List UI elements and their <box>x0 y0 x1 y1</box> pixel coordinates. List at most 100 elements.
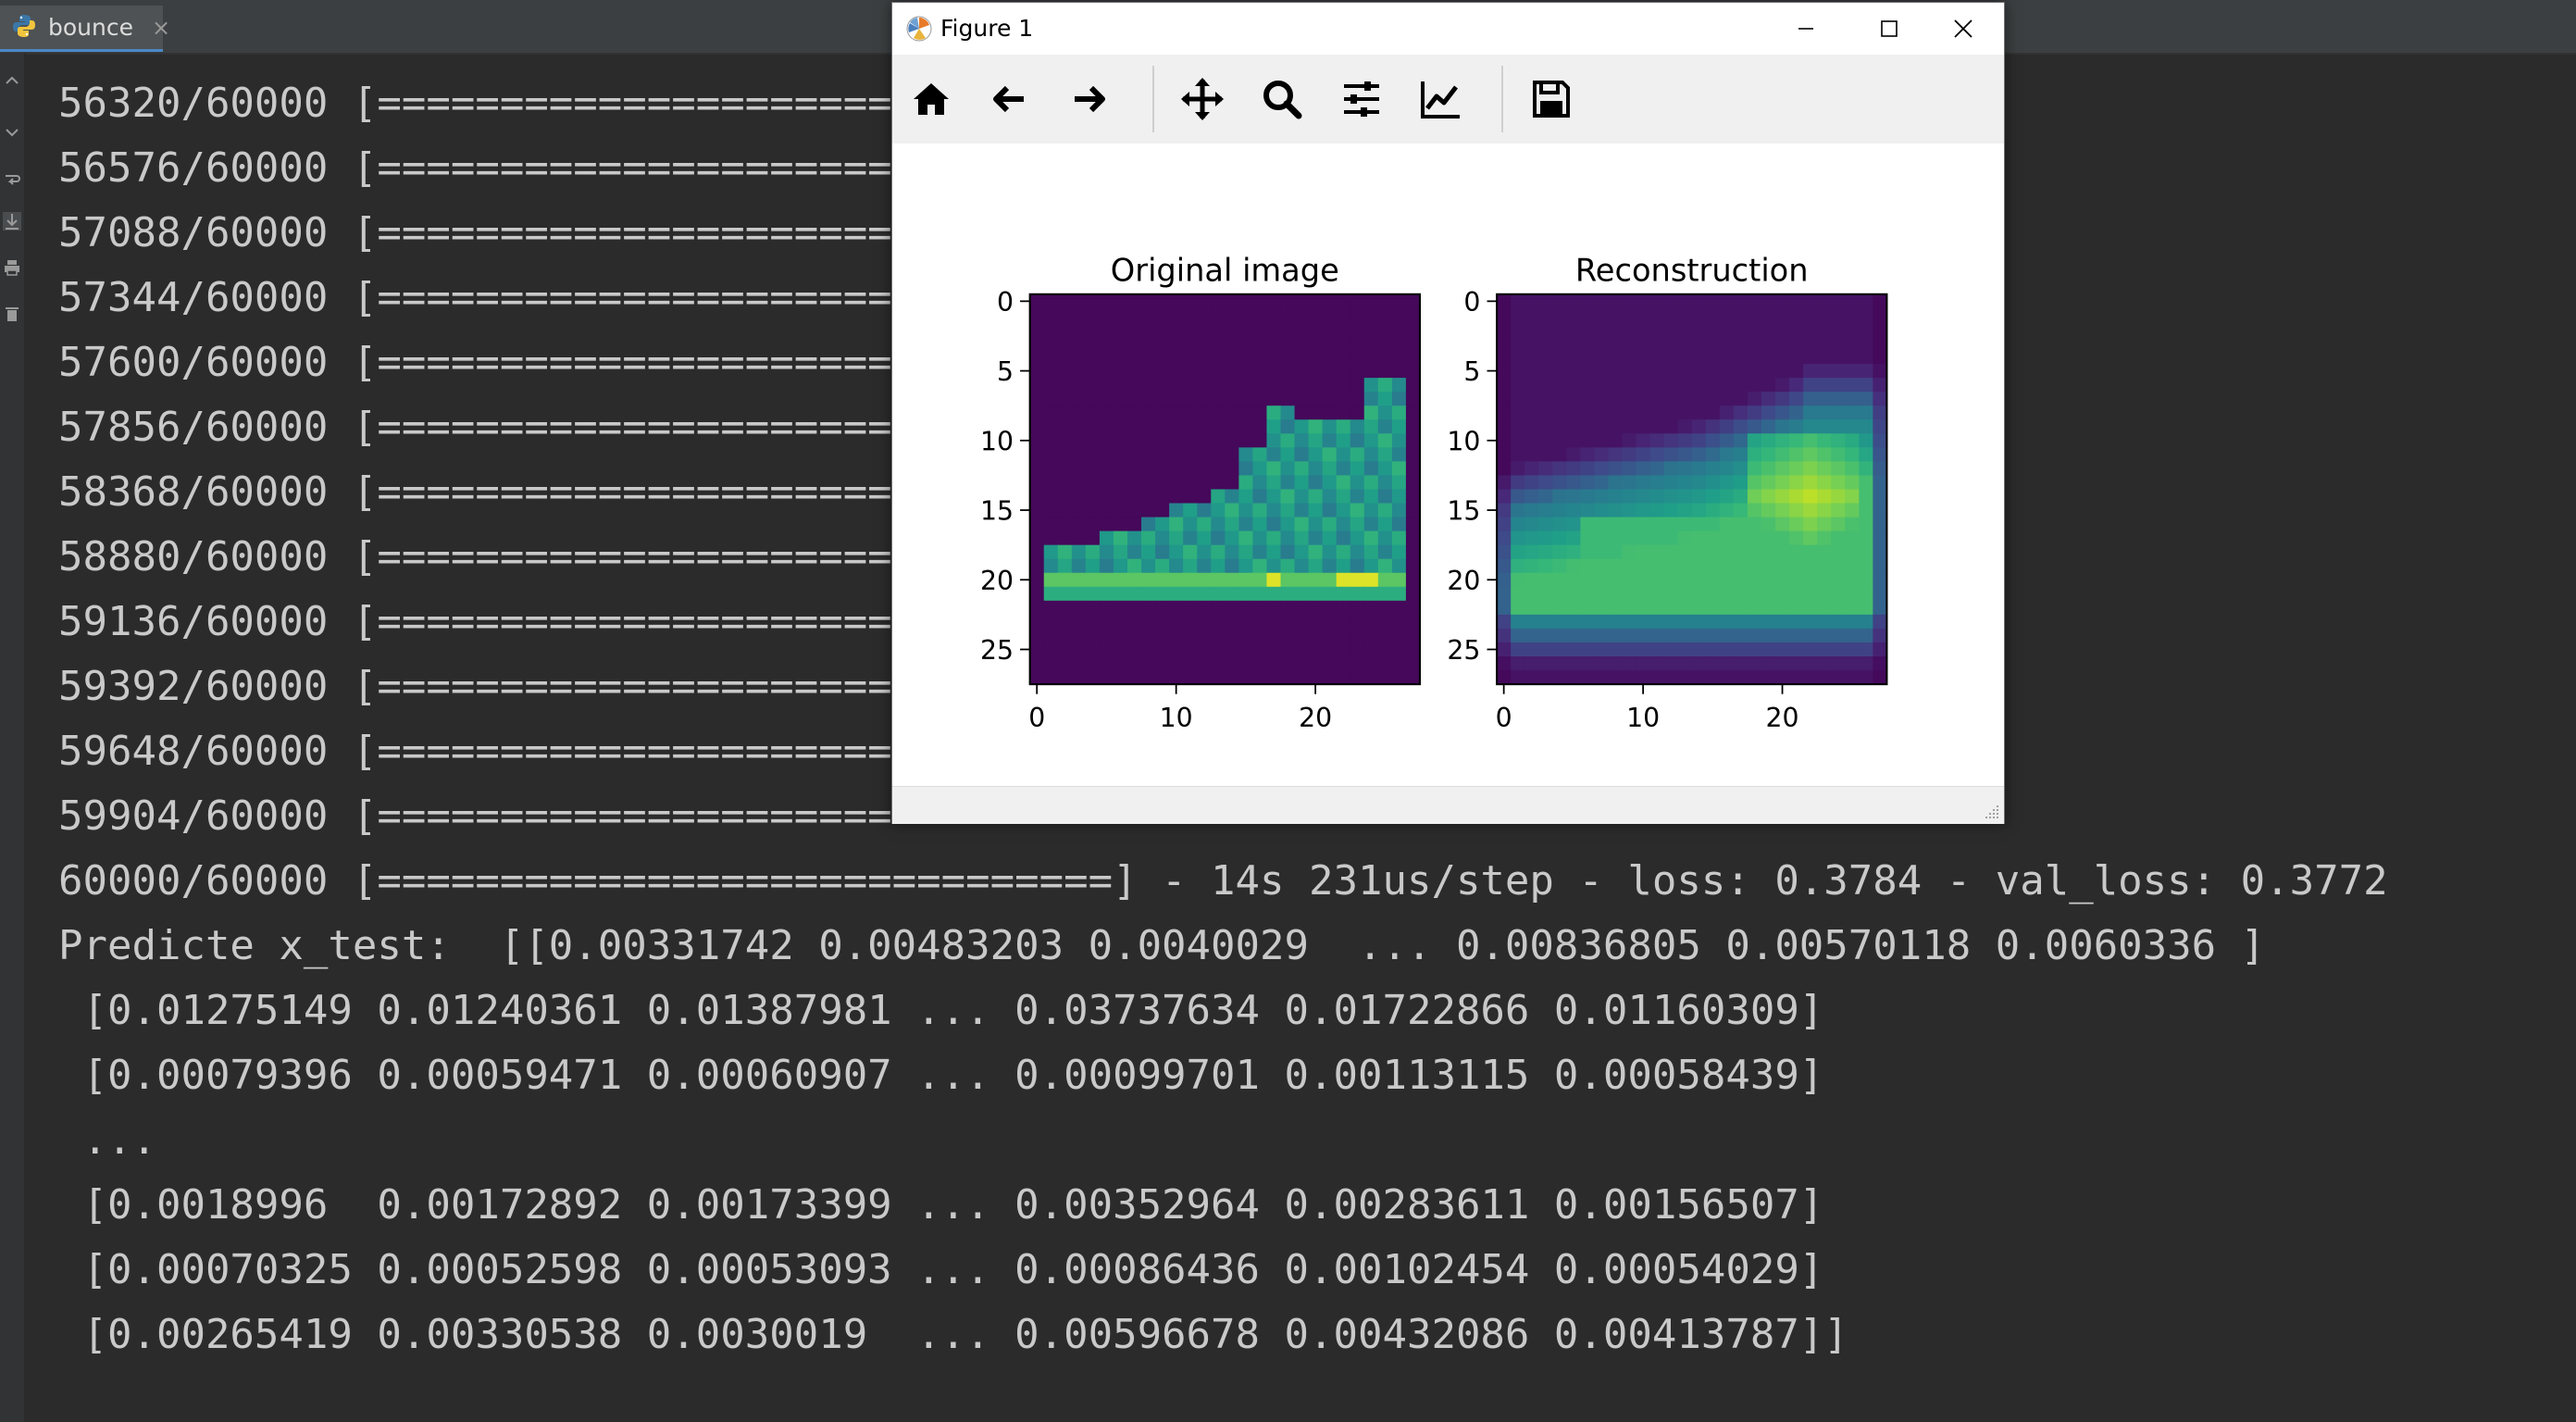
heatmap-cell <box>1747 544 1762 560</box>
heatmap-cell <box>1155 433 1170 449</box>
home-button[interactable] <box>903 71 959 127</box>
figure-plot: Original image 0 10 200510152025 Reconstru… <box>980 253 1888 733</box>
console-line: 59136/60000 [======================= <box>58 598 941 645</box>
heatmap-cell <box>1238 489 1254 505</box>
heatmap-cell <box>1608 530 1624 546</box>
heatmap-cell <box>1391 503 1407 518</box>
scroll-down-icon[interactable] <box>3 123 21 142</box>
save-button[interactable] <box>1524 71 1579 127</box>
heatmap-cell <box>1141 461 1156 477</box>
heatmap-cell <box>1803 642 1818 657</box>
heatmap-cell <box>1663 642 1679 657</box>
print-icon[interactable] <box>3 258 21 277</box>
heatmap-cell <box>1322 503 1338 518</box>
heatmap-cell <box>1294 461 1310 477</box>
figure-canvas[interactable]: Original image 0 10 20 0 5 10 15 20 25 Reconstru… <box>892 143 2004 786</box>
resize-grip-icon[interactable] <box>1984 804 2000 820</box>
heatmap-cell <box>1859 433 1874 449</box>
heatmap-cell <box>1183 517 1198 532</box>
heatmap-cell <box>1636 670 1651 685</box>
forward-button[interactable] <box>1061 71 1116 127</box>
scroll-to-end-icon[interactable] <box>3 212 21 231</box>
figure-window[interactable]: Figure 1 Original image 0 10 20 0 5 10 1… <box>891 2 2005 824</box>
heatmap-cell <box>1594 293 1610 309</box>
heatmap-cell <box>1294 307 1310 323</box>
heatmap-cell <box>1099 600 1114 616</box>
heatmap-cell <box>1155 656 1170 671</box>
heatmap-cell <box>1552 350 1568 365</box>
configure-subplots-button[interactable] <box>1334 71 1389 127</box>
heatmap-cell <box>1252 517 1268 532</box>
heatmap-cell <box>1497 321 1512 337</box>
heatmap-cell <box>1350 307 1365 323</box>
heatmap-cell <box>1566 670 1582 685</box>
heatmap-cell <box>1497 405 1512 420</box>
heatmap-cell <box>1691 321 1707 337</box>
heatmap-cell <box>1071 558 1087 574</box>
scroll-up-icon[interactable] <box>3 71 21 90</box>
heatmap-cell <box>1538 544 1554 560</box>
heatmap-cell <box>1238 419 1254 434</box>
heatmap-cell <box>1197 307 1212 323</box>
edit-axes-button[interactable] <box>1413 71 1469 127</box>
heatmap-cell <box>1817 503 1832 518</box>
soft-wrap-icon[interactable] <box>3 171 21 190</box>
heatmap-cell <box>1099 670 1114 685</box>
heatmap-cell <box>1719 378 1735 393</box>
heatmap-cell <box>1294 656 1310 671</box>
heatmap-cell <box>1405 392 1421 406</box>
heatmap-cell <box>1294 670 1310 685</box>
heatmap-cell <box>1649 544 1665 560</box>
heatmap-cell <box>1280 447 1296 463</box>
heatmap-cell <box>1552 461 1568 477</box>
matplotlib-logo-icon <box>905 15 933 43</box>
heatmap-cell <box>1308 572 1324 588</box>
heatmap-cell <box>1197 530 1212 546</box>
heatmap-cell <box>1733 642 1748 657</box>
run-tab-bounce[interactable]: bounce × <box>0 6 170 52</box>
heatmap-cell <box>1363 503 1379 518</box>
heatmap-cell <box>1649 642 1665 657</box>
heatmap-cell <box>1691 614 1707 630</box>
minimize-button[interactable] <box>1764 3 1848 55</box>
heatmap-cell <box>1141 364 1156 379</box>
heatmap-cell <box>1511 321 1525 337</box>
back-button[interactable] <box>982 71 1038 127</box>
clear-all-icon[interactable] <box>3 305 21 323</box>
heatmap-cell <box>1622 321 1637 337</box>
zoom-button[interactable] <box>1254 71 1310 127</box>
heatmap-cell <box>1183 405 1198 420</box>
heatmap-cell <box>1308 461 1324 477</box>
heatmap-cell <box>1197 392 1212 406</box>
heatmap-cell <box>1538 670 1554 685</box>
heatmap-cell <box>1155 628 1170 643</box>
pan-button[interactable] <box>1175 71 1230 127</box>
heatmap-cell <box>1733 405 1748 420</box>
heatmap-cell <box>1085 364 1101 379</box>
heatmap-cell <box>1029 392 1045 406</box>
heatmap-cell <box>1405 364 1421 379</box>
heatmap-cell <box>1747 517 1762 532</box>
heatmap-cell <box>1294 475 1310 491</box>
close-tab-icon[interactable]: × <box>152 15 170 41</box>
heatmap-cell <box>1831 335 1846 351</box>
heatmap-cell <box>1029 447 1045 463</box>
heatmap-cell <box>1363 614 1379 630</box>
heatmap-cell <box>1183 335 1198 351</box>
heatmap-cell <box>1497 544 1512 560</box>
heatmap-cell <box>1252 600 1268 616</box>
heatmap-cell <box>1677 447 1693 463</box>
maximize-button[interactable] <box>1848 3 1931 55</box>
heatmap-cell <box>1169 530 1184 546</box>
heatmap-cell <box>1580 503 1596 518</box>
heatmap-cell <box>1099 405 1114 420</box>
heatmap-cell <box>1580 378 1596 393</box>
heatmap-cell <box>1155 335 1170 351</box>
heatmap-cell <box>1252 530 1268 546</box>
heatmap-cell <box>1733 586 1748 602</box>
heatmap-cell <box>1691 475 1707 491</box>
close-button[interactable] <box>1922 3 2005 55</box>
figure-title-bar[interactable]: Figure 1 <box>892 3 2004 55</box>
heatmap-cell <box>1225 614 1240 630</box>
heatmap-cell <box>1099 475 1114 491</box>
